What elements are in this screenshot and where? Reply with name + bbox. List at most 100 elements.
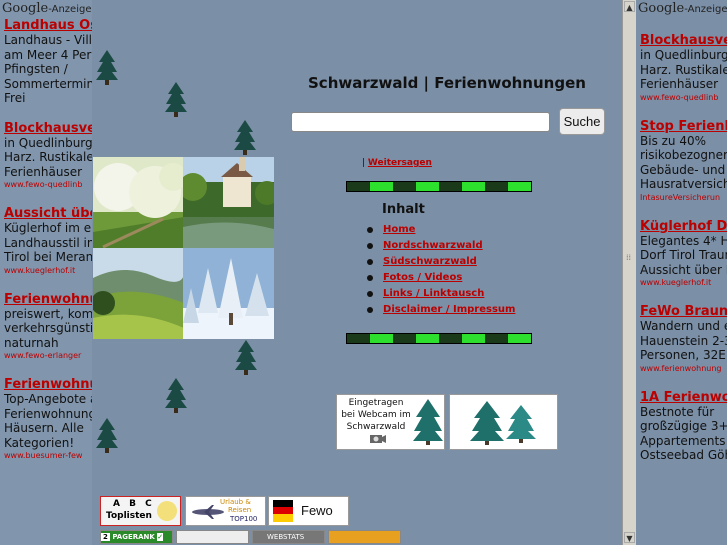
left-ads-header: Google-Anzeigen <box>0 0 92 18</box>
search-button[interactable]: Suche <box>559 108 605 135</box>
ad-text-line: Hauenstein 2-3 <box>640 333 727 348</box>
right_ads-ad[interactable]: 1A Ferienwohnu /RügenBestnote fürgroßzüg… <box>640 390 727 463</box>
scroll-down-icon[interactable]: ▼ <box>624 532 635 543</box>
ad-title-link[interactable]: Blockhausver <box>640 33 727 48</box>
ad-text-line: Tirol bei Meran <box>4 250 92 264</box>
left_ads-ad[interactable]: Landhaus Os ApulienLandhaus - Villaam Me… <box>4 18 92 106</box>
webcam-icon <box>370 435 386 443</box>
ad-title-link[interactable]: Aussicht über Meran <box>4 206 92 221</box>
menu-link[interactable]: Fotos / Videos <box>383 272 462 283</box>
ad-title-link[interactable]: Blockhausver <box>4 121 92 136</box>
left-ads-frame: Google-Anzeigen Landhaus Os ApulienLandh… <box>0 0 92 545</box>
menu-link[interactable]: Home <box>383 224 415 235</box>
ad-url[interactable]: www.buesumer-few <box>4 450 92 462</box>
ads-label: -Anzeigen <box>48 4 92 15</box>
ad-text-line: Ferienhäuser <box>4 164 83 179</box>
fir-tree-icon <box>165 82 187 117</box>
right_ads-ad[interactable]: FeWo Braun I PfälzerWaldWandern und eHau… <box>640 304 727 375</box>
photo-snowy-forest[interactable] <box>183 248 274 339</box>
ad-url[interactable]: IntasureVersicherun <box>640 192 727 204</box>
ad-title-link[interactable]: Landhaus Os Apulien <box>4 18 92 33</box>
ad-text-line: preiswert, kom <box>4 306 92 321</box>
left_ads-ad[interactable]: Blockhausverin QuedlinburgHarz. Rustikal… <box>4 121 92 192</box>
ad-text-line: in Quedlinburg <box>4 135 92 150</box>
left_ads-ad[interactable]: Aussicht über MeranKüglerhof im elLandha… <box>4 206 92 277</box>
ad-text-line: Landhaus - Villa <box>4 33 92 47</box>
left_ads-ad[interactable]: Ferienwohnun Erlangenpreiswert, komverke… <box>4 292 92 363</box>
menu-link[interactable]: Disclaimer / Impressum <box>383 304 515 315</box>
ad-text-line: Dorf Tirol Traum <box>640 248 727 262</box>
ad-text-line: naturnah <box>4 335 59 350</box>
reisen-label: Reisen <box>228 506 252 514</box>
ad-title-link[interactable]: Küglerhof Do <box>640 219 727 234</box>
ad-text-line: in Quedlinburg <box>640 48 727 62</box>
pagerank-button[interactable]: 2 PAGERANK ✓ <box>100 530 173 544</box>
photo-valley-meadow[interactable] <box>93 248 184 339</box>
fewo-button[interactable]: Fewo <box>268 496 349 526</box>
right-ads-list: Blockhausverin QuedlinburgHarz. Rustikal… <box>636 33 727 463</box>
fir-tree-icon <box>413 399 443 445</box>
abc-toplisten-button[interactable]: A B C Toplisten <box>100 496 181 526</box>
ad-text-line: Elegantes 4* H <box>640 233 727 248</box>
menu-link[interactable]: Links / Linktausch <box>383 288 484 299</box>
toplisten-abc: A B C <box>113 499 155 509</box>
search-input[interactable] <box>291 112 550 132</box>
google-brand: Google <box>2 1 49 16</box>
urlaub-reisen-top100-button[interactable]: Urlaub & Reisen TOP100 <box>185 496 266 526</box>
fir-tree-icon <box>235 340 257 375</box>
photo-blossom-orchard[interactable] <box>93 157 184 248</box>
ad-url[interactable]: www.fewo-erlanger <box>4 350 92 362</box>
webcam-badge[interactable]: Eingetragen bei Webcam im Schwarzwald <box>336 394 445 450</box>
ad-text-line: Top-Angebote a <box>4 392 92 406</box>
right_ads-ad[interactable]: Stop Ferienh BesitzerBis zu 40%risikobez… <box>640 119 727 204</box>
scroll-up-icon[interactable]: ▲ <box>624 1 635 12</box>
weitersagen-link[interactable]: Weitersagen <box>368 158 432 168</box>
ad-title-link[interactable]: 1A Ferienwohnu /Rügen <box>640 390 727 405</box>
webstats-button[interactable]: WEBSTATS <box>252 530 325 544</box>
ad-title-link[interactable]: FeWo Braun I PfälzerWald <box>640 304 727 319</box>
ad-text-line: Bestnote für <box>640 404 715 419</box>
ad-text-line: Ferienhäuser <box>640 77 719 91</box>
ad-text-line: Aussicht über M <box>640 262 727 277</box>
ad-url[interactable]: www.fewo-quedlinb <box>4 179 92 191</box>
google-brand: Google <box>638 1 685 16</box>
ad-text-line: Appartements <box>640 433 726 448</box>
fir-tree-icon <box>96 50 118 85</box>
ad-text-line: Bis zu 40% <box>640 133 707 148</box>
toplisten-label: Toplisten <box>106 511 152 521</box>
ad-text-line: Landhausstil in <box>4 235 92 250</box>
menu-link[interactable]: Südschwarzwald <box>383 256 477 267</box>
menu-item: Südschwarzwald <box>367 254 515 270</box>
menu-item: Nordschwarzwald <box>367 238 515 254</box>
ad-text-line: Kategorien! <box>4 435 75 450</box>
ad-url[interactable]: www.fewo-quedlinb <box>640 92 727 104</box>
ad-text-line: Pfingsten / <box>4 62 68 76</box>
photo-village-river[interactable] <box>183 157 274 248</box>
divider-bar-top <box>346 181 532 192</box>
right_ads-ad[interactable]: Küglerhof Do Elegantes 4* H Dorf Tirol Tra… <box>640 219 727 290</box>
menu-link[interactable]: Nordschwarzwald <box>383 240 483 251</box>
fir-tree-icon <box>470 401 504 445</box>
ad-title-link[interactable]: Ferienwohnun Büsum <box>4 377 92 392</box>
right-frame-scrollbar[interactable]: ▲ ⁞⁞ ▼ <box>622 0 636 545</box>
content-menu: Home Nordschwarzwald Südschwarzwald Fotos /… <box>367 222 515 318</box>
ad-url[interactable]: www.kueglerhof.it <box>4 265 92 277</box>
ad-title-link[interactable]: Stop Ferienh Besitzer <box>640 119 727 134</box>
ad-text-line: großzügige 3+ <box>640 419 727 433</box>
menu-link-rest: otos / Videos <box>389 272 463 283</box>
ad-text-line: Häusern. Alle <box>4 421 84 435</box>
ad-title-link[interactable]: Ferienwohnun Erlangen <box>4 292 92 307</box>
ad-text-line: Küglerhof im el <box>4 221 92 235</box>
right_ads-ad[interactable]: Blockhausverin QuedlinburgHarz. Rustikal… <box>640 33 727 104</box>
menu-link-rest: ome <box>391 224 416 235</box>
menu-link-rest: ordschwarzwald <box>391 240 483 251</box>
trees-banner[interactable] <box>449 394 558 450</box>
ad-url[interactable]: www.kueglerhof.it <box>640 277 727 289</box>
ad-text-line: Sommertermin <box>4 76 92 91</box>
small-badge-2[interactable] <box>176 530 249 544</box>
left_ads-ad[interactable]: Ferienwohnun BüsumTop-Angebote aFerienwo… <box>4 377 92 462</box>
fir-tree-icon <box>506 405 536 443</box>
small-badge-4[interactable] <box>328 530 401 544</box>
scroll-grip-icon[interactable]: ⁞⁞ <box>626 253 631 262</box>
ad-url[interactable]: www.ferienwohnung <box>640 363 727 375</box>
